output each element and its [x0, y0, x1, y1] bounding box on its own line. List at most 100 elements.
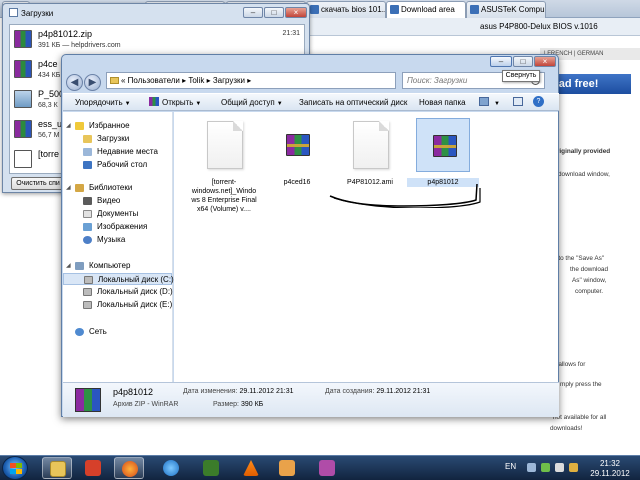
open-button[interactable]: Открыть ▼ — [149, 97, 201, 110]
taskbar-ie[interactable] — [156, 457, 186, 479]
taskbar-firefox[interactable] — [114, 457, 144, 479]
page-text-line: downloads! — [550, 425, 583, 432]
close-button[interactable]: × — [285, 7, 307, 18]
vlc-icon — [243, 460, 259, 476]
taskbar-app[interactable] — [196, 457, 226, 479]
nav-images[interactable]: Изображения — [63, 221, 172, 233]
details-file-type: Архив ZIP - WinRAR — [113, 401, 179, 408]
image-icon — [14, 90, 32, 108]
ie-icon — [163, 460, 179, 476]
hard-disk-icon — [83, 288, 92, 296]
tab-download-area[interactable]: Download area — [386, 1, 466, 18]
taskbar-app-120x[interactable] — [78, 457, 108, 479]
rar-icon — [14, 60, 32, 78]
downloads-folder-icon — [83, 135, 92, 143]
nav-video[interactable]: Видео — [63, 195, 172, 207]
volume-icon[interactable] — [555, 463, 564, 472]
nav-computer[interactable]: ◢ Компьютер — [63, 260, 172, 272]
taskbar-media-player[interactable] — [272, 457, 302, 479]
nav-disk-d[interactable]: Локальный диск (D:) — [63, 286, 173, 298]
clear-list-button[interactable]: Очистить спи — [11, 177, 65, 190]
organize-button[interactable]: Упорядочить ▼ — [75, 97, 131, 110]
minimize-button[interactable]: – — [243, 7, 263, 18]
search-icon — [310, 5, 319, 14]
command-bar: Упорядочить ▼ Открыть ▼ Общий доступ ▼ Запи… — [63, 93, 559, 111]
details-file-name: p4p81012 — [113, 387, 154, 397]
taskbar-app[interactable] — [312, 457, 342, 479]
new-folder-button[interactable]: Новая папка — [419, 97, 466, 109]
nav-disk-e[interactable]: Локальный диск (E:) — [63, 299, 172, 311]
nav-libraries[interactable]: ◢ Библиотеки — [63, 182, 172, 194]
hard-disk-icon — [83, 301, 92, 309]
tab-asus[interactable]: ASUSTeK Compu... — [466, 1, 546, 18]
nav-network[interactable]: Сеть — [63, 326, 172, 338]
nav-documents[interactable]: Документы — [63, 208, 172, 220]
nav-downloads[interactable]: Загрузки — [63, 133, 172, 145]
network-icon — [75, 328, 84, 336]
burn-button[interactable]: Записать на оптический диск — [299, 97, 407, 109]
address-bar[interactable]: « Пользователи ▸ Tolik ▸ Загрузки ▸ — [106, 72, 396, 89]
taskbar-explorer[interactable] — [42, 457, 72, 479]
share-button[interactable]: Общий доступ ▼ — [221, 97, 283, 110]
page-text-line: mply press the — [560, 381, 602, 388]
download-item[interactable]: p4p81012.zip 391 КБ — helpdrivers.com 21:3… — [12, 27, 304, 53]
flag-icon[interactable] — [569, 463, 578, 472]
page-icon — [470, 5, 479, 14]
app-icon — [85, 460, 101, 476]
libraries-icon — [75, 184, 84, 192]
file-item[interactable]: [torrent-windows.net]_Windows 8 Enterpri… — [188, 118, 260, 214]
file-name: [torrent-windows.net]_Windows 8 Enterpri… — [191, 179, 257, 213]
maximize-button[interactable]: □ — [264, 7, 284, 18]
nav-disk-c[interactable]: Локальный диск (C:) — [63, 273, 174, 285]
minimize-tooltip: Свернуть — [502, 70, 540, 82]
star-icon — [75, 122, 84, 130]
file-item[interactable]: p4ced16 — [261, 118, 333, 187]
help-icon[interactable]: ? — [533, 96, 547, 109]
start-button[interactable] — [2, 456, 28, 480]
close-button[interactable]: × — [534, 56, 556, 67]
explorer-window: – □ × ◀ ▶ « Пользователи ▸ Tolik ▸ Загру… — [61, 54, 559, 417]
breadcrumb[interactable]: « Пользователи ▸ Tolik ▸ Загрузки ▸ — [121, 76, 251, 85]
hard-disk-icon — [84, 276, 93, 284]
document-icon — [353, 121, 389, 169]
details-size: Размер: 390 КБ — [213, 401, 264, 408]
folder-icon — [50, 461, 66, 477]
documents-icon — [83, 210, 92, 218]
preview-pane-icon[interactable] — [513, 97, 526, 109]
file-name: p4ced16 — [283, 179, 311, 186]
clock[interactable]: 21:32 29.11.2012 — [584, 459, 636, 479]
page-text-line: not available for all — [553, 414, 607, 421]
minimize-button[interactable]: – — [490, 56, 512, 67]
view-options-icon[interactable]: ▼ — [479, 97, 500, 110]
page-text-line: As" window, — [572, 277, 607, 284]
app-icon — [203, 460, 219, 476]
scribble-annotation — [329, 183, 481, 208]
nav-music[interactable]: Музыка — [63, 234, 172, 246]
back-button[interactable]: ◀ — [66, 74, 83, 91]
page-text-line: originally provided — [553, 148, 611, 155]
page-text-line: the download — [570, 266, 609, 273]
video-icon — [83, 197, 92, 205]
computer-icon — [75, 262, 84, 270]
tab-bios-search[interactable]: скачать bios 101... — [306, 1, 386, 18]
nav-recent-places[interactable]: Недавние места — [63, 146, 172, 158]
details-modified: Дата изменения: 29.11.2012 21:31 — [183, 388, 294, 395]
rar-icon — [14, 120, 32, 138]
navigation-pane: ◢ Избранное Загрузки Недавние места Рабоч… — [63, 112, 174, 382]
document-icon — [207, 121, 243, 169]
folder-icon — [110, 77, 119, 84]
network-tray-icon[interactable] — [541, 463, 550, 472]
browser-address-text[interactable]: asus P4P800-Delux BIOS v.1016 — [480, 20, 630, 34]
tray-icon[interactable] — [527, 463, 536, 472]
document-icon — [14, 150, 32, 168]
recent-places-icon — [83, 148, 92, 156]
details-created: Дата создания: 29.11.2012 21:31 — [325, 388, 431, 395]
file-list: [torrent-windows.net]_Windows 8 Enterpri… — [174, 112, 558, 382]
page-text-line: n to the "Save As" — [553, 255, 605, 262]
nav-favorites[interactable]: ◢ Избранное — [63, 120, 172, 132]
nav-desktop[interactable]: Рабочий стол — [63, 159, 172, 171]
taskbar-vlc[interactable] — [236, 457, 266, 479]
language-indicator[interactable]: EN — [505, 462, 516, 471]
forward-button[interactable]: ▶ — [84, 74, 101, 91]
maximize-button[interactable]: □ — [513, 56, 533, 67]
